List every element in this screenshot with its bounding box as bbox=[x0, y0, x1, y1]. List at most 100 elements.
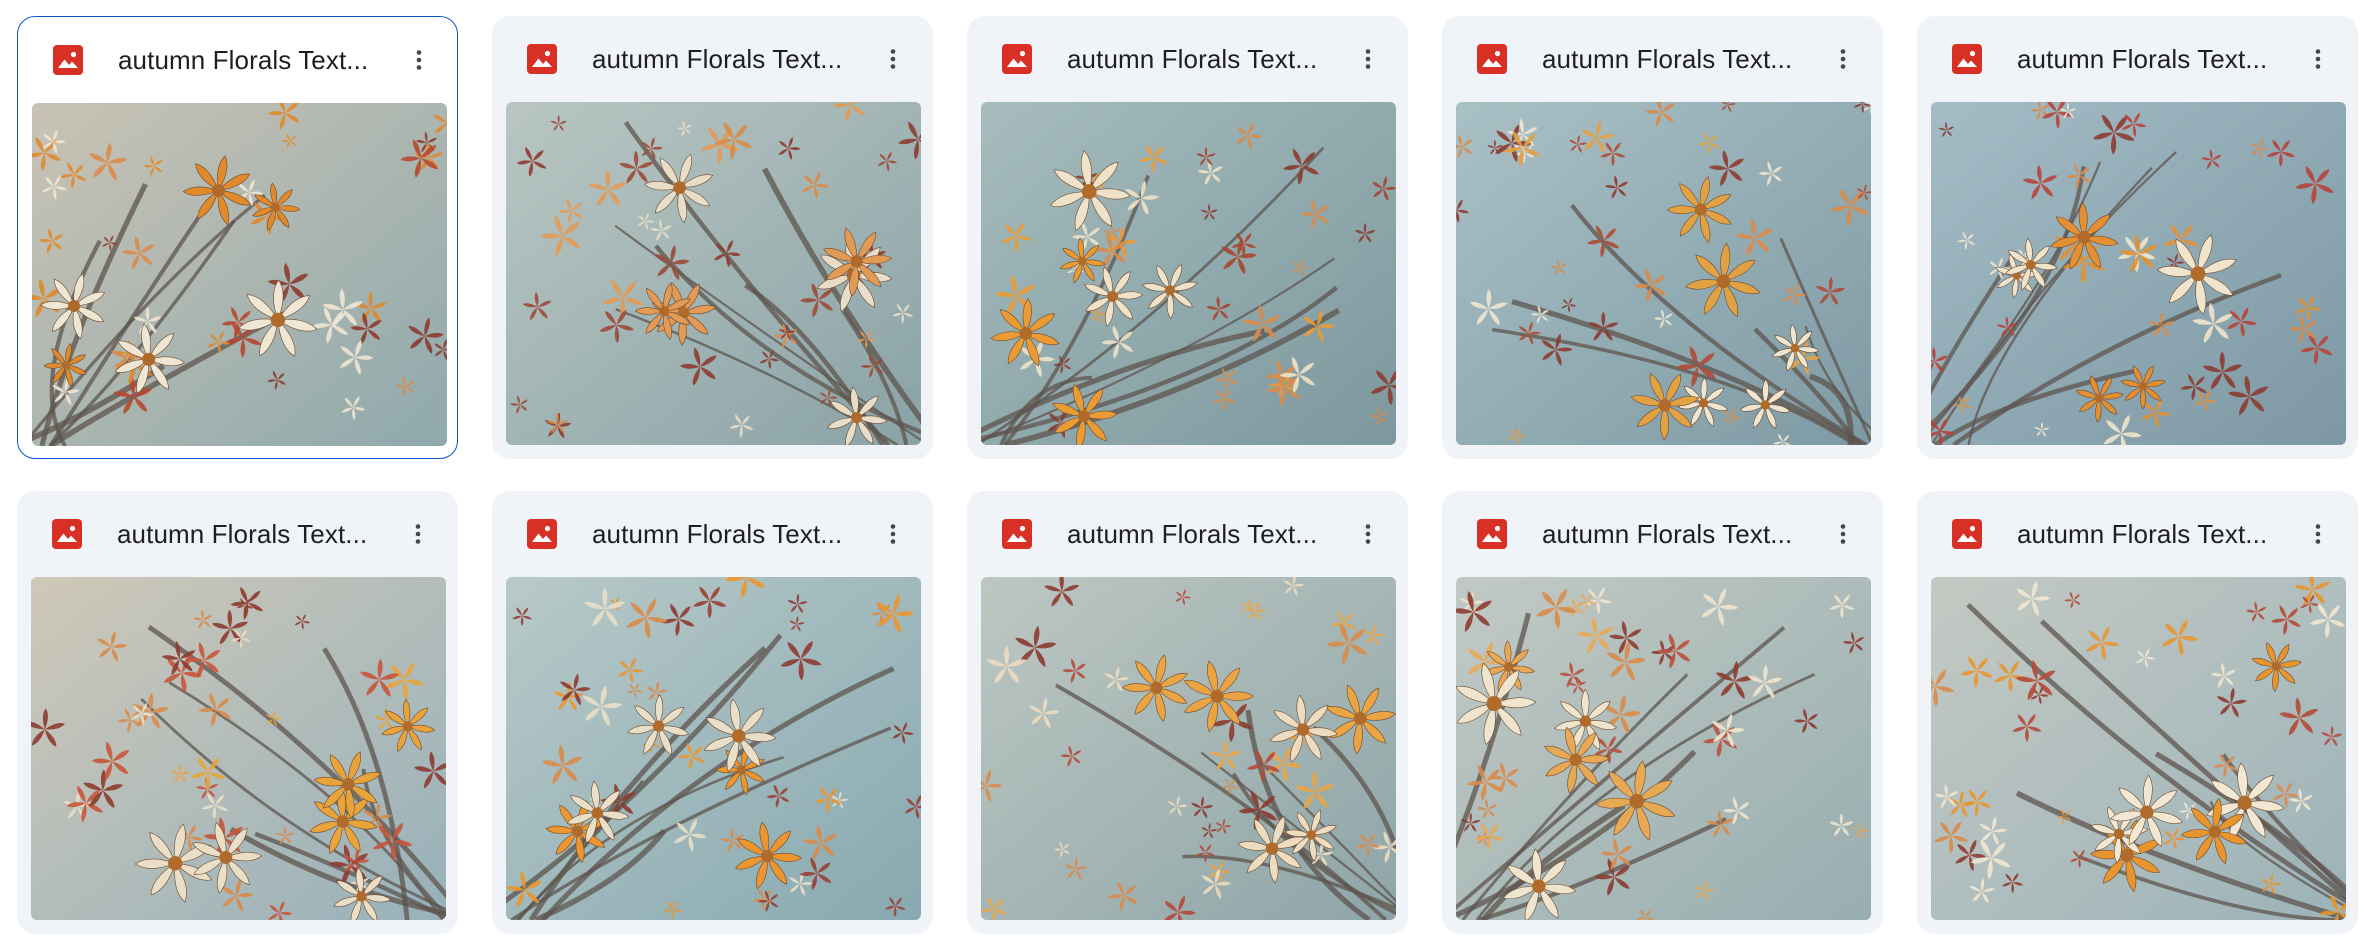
flower-center bbox=[1106, 290, 1118, 302]
more-actions-button[interactable] bbox=[2297, 513, 2339, 555]
more-actions-button[interactable] bbox=[1347, 513, 1389, 555]
flower-center bbox=[1296, 723, 1310, 736]
file-thumbnail[interactable] bbox=[981, 577, 1396, 920]
image-file-icon bbox=[526, 43, 558, 75]
flower-center bbox=[1629, 793, 1645, 809]
flower-center bbox=[2077, 230, 2091, 244]
flower-center bbox=[591, 807, 604, 819]
file-name: autumn Florals Text... bbox=[117, 519, 368, 549]
file-name: autumn Florals Text... bbox=[1542, 519, 1793, 549]
file-card-header[interactable]: autumn Florals Text... bbox=[1917, 16, 2358, 102]
flower-center bbox=[2140, 805, 2154, 819]
more-actions-button[interactable] bbox=[2297, 38, 2339, 80]
more-vert-icon bbox=[1840, 524, 1846, 544]
image-file-icon bbox=[526, 518, 558, 550]
more-vert-icon bbox=[1365, 49, 1371, 69]
more-actions-button[interactable] bbox=[398, 39, 440, 81]
flower-center bbox=[2139, 382, 2148, 391]
file-card-header[interactable]: autumn Florals Text... bbox=[1917, 491, 2358, 577]
flower-center bbox=[2025, 260, 2036, 270]
more-actions-button[interactable] bbox=[1822, 513, 1864, 555]
file-thumbnail[interactable] bbox=[506, 577, 921, 920]
flower-center bbox=[1790, 343, 1800, 353]
flower-center bbox=[270, 312, 286, 328]
file-card[interactable]: autumn Florals Text... bbox=[1917, 491, 2358, 934]
flower-center bbox=[341, 777, 355, 791]
more-vert-icon bbox=[1365, 524, 1371, 544]
more-actions-button[interactable] bbox=[1347, 38, 1389, 80]
flower-center bbox=[1077, 410, 1090, 423]
file-thumbnail[interactable] bbox=[1456, 102, 1871, 445]
flower-center bbox=[1698, 398, 1708, 408]
image-file-icon bbox=[52, 44, 84, 76]
image-file-icon bbox=[1951, 518, 1983, 550]
more-actions-button[interactable] bbox=[1822, 38, 1864, 80]
file-card-header[interactable]: autumn Florals Text... bbox=[492, 491, 933, 577]
flower-center bbox=[1579, 715, 1592, 727]
image-file-icon bbox=[1001, 518, 1033, 550]
file-name: autumn Florals Text... bbox=[1067, 519, 1318, 549]
image-file-icon bbox=[1476, 518, 1508, 550]
file-card-header[interactable]: autumn Florals Text... bbox=[967, 491, 1408, 577]
file-card[interactable]: autumn Florals Text... bbox=[967, 16, 1408, 459]
file-name: autumn Florals Text... bbox=[118, 45, 369, 75]
flower-center bbox=[1265, 842, 1279, 855]
flower-center bbox=[142, 352, 156, 366]
flower-center bbox=[271, 202, 280, 212]
file-thumbnail[interactable] bbox=[981, 102, 1396, 445]
flower-center bbox=[62, 361, 71, 370]
more-vert-icon bbox=[2315, 524, 2321, 544]
flower-center bbox=[1210, 689, 1224, 703]
file-grid: autumn Florals Text... autumn Florals Te… bbox=[17, 16, 2358, 934]
file-card-header[interactable]: autumn Florals Text... bbox=[18, 17, 457, 103]
file-thumbnail[interactable] bbox=[31, 577, 446, 920]
file-card-header[interactable]: autumn Florals Text... bbox=[492, 16, 933, 102]
flower-center bbox=[652, 720, 665, 732]
flower-center bbox=[1503, 662, 1514, 672]
file-card[interactable]: autumn Florals Text... bbox=[967, 491, 1408, 934]
file-thumbnail[interactable] bbox=[32, 103, 447, 446]
file-card-header[interactable]: autumn Florals Text... bbox=[17, 491, 458, 577]
flower-center bbox=[658, 306, 670, 317]
flower-center bbox=[850, 412, 863, 424]
image-file-icon bbox=[51, 518, 83, 550]
file-card-header[interactable]: autumn Florals Text... bbox=[1442, 16, 1883, 102]
flower-center bbox=[2190, 266, 2206, 282]
flower-center bbox=[168, 856, 183, 871]
more-vert-icon bbox=[415, 524, 421, 544]
file-card[interactable]: autumn Florals Text... bbox=[492, 491, 933, 934]
flower-center bbox=[2208, 825, 2221, 838]
flower-center bbox=[1694, 203, 1707, 216]
flower-center bbox=[1658, 399, 1672, 412]
more-actions-button[interactable] bbox=[872, 513, 914, 555]
file-thumbnail[interactable] bbox=[1931, 102, 2346, 445]
file-card[interactable]: autumn Florals Text... bbox=[17, 16, 458, 459]
flower-center bbox=[1081, 184, 1097, 200]
flower-center bbox=[731, 729, 746, 743]
image-file-icon bbox=[1951, 43, 1983, 75]
file-card[interactable]: autumn Florals Text... bbox=[1442, 16, 1883, 459]
flower-center bbox=[402, 721, 413, 732]
more-actions-button[interactable] bbox=[872, 38, 914, 80]
flower-center bbox=[336, 815, 350, 828]
flower-center bbox=[1078, 256, 1087, 266]
flower-center bbox=[2094, 393, 2104, 403]
file-thumbnail[interactable] bbox=[1931, 577, 2346, 920]
file-card[interactable]: autumn Florals Text... bbox=[17, 491, 458, 934]
more-actions-button[interactable] bbox=[397, 513, 439, 555]
flower-center bbox=[1760, 400, 1770, 410]
file-card[interactable]: autumn Florals Text... bbox=[1442, 491, 1883, 934]
file-card[interactable]: autumn Florals Text... bbox=[1917, 16, 2358, 459]
file-name: autumn Florals Text... bbox=[592, 519, 843, 549]
more-vert-icon bbox=[1840, 49, 1846, 69]
file-card-header[interactable]: autumn Florals Text... bbox=[967, 16, 1408, 102]
file-thumbnail[interactable] bbox=[1456, 577, 1871, 920]
file-name: autumn Florals Text... bbox=[2017, 519, 2268, 549]
file-card[interactable]: autumn Florals Text... bbox=[492, 16, 933, 459]
more-vert-icon bbox=[890, 49, 896, 69]
flower-center bbox=[1019, 327, 1033, 340]
file-thumbnail[interactable] bbox=[506, 102, 921, 445]
flower-center bbox=[1486, 696, 1502, 712]
file-card-header[interactable]: autumn Florals Text... bbox=[1442, 491, 1883, 577]
flower-center bbox=[1306, 830, 1317, 840]
